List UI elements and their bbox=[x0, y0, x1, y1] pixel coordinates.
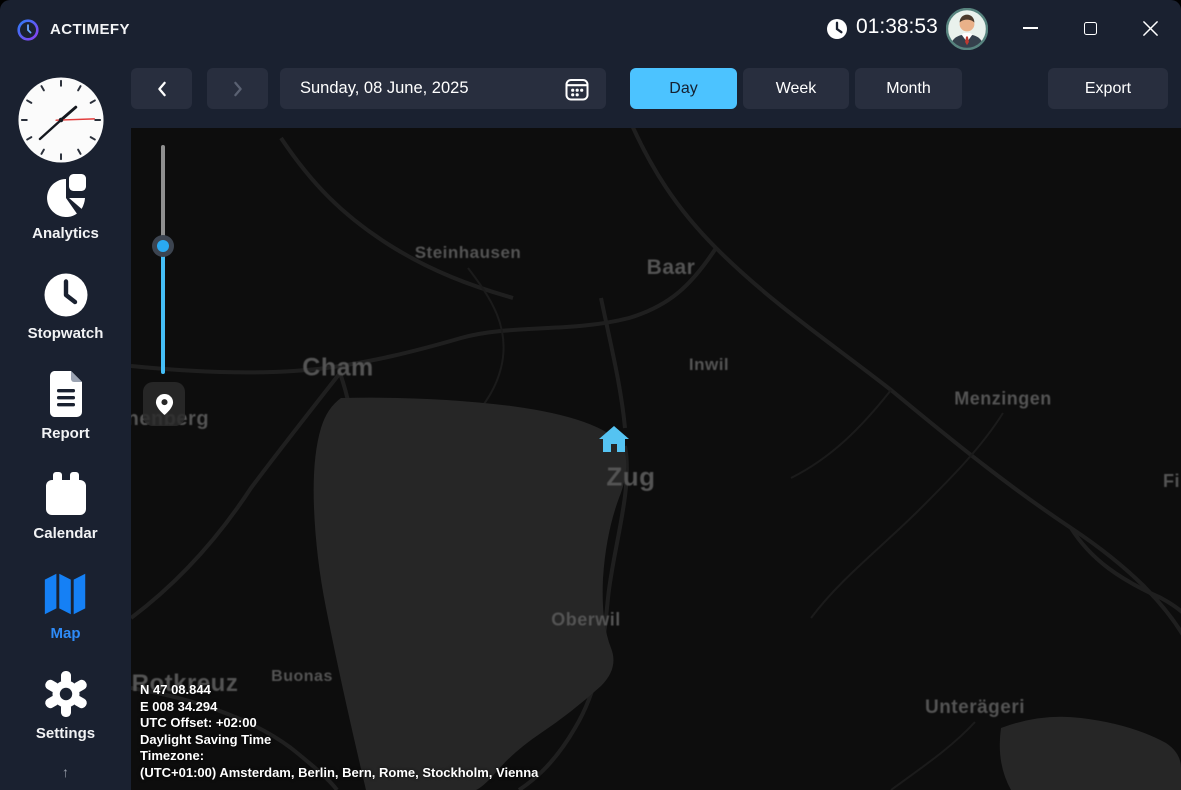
app-logo-clock-icon bbox=[17, 19, 39, 41]
map-info-line: E 008 34.294 bbox=[140, 699, 538, 716]
analog-clock-widget bbox=[17, 76, 105, 164]
map-icon bbox=[41, 570, 91, 618]
chevron-left-icon bbox=[155, 80, 169, 98]
sidebar-nav: Analytics Stopwatch Report bbox=[0, 58, 131, 790]
tab-month[interactable]: Month bbox=[855, 68, 962, 109]
map-place-label: Zug bbox=[606, 462, 655, 493]
close-button[interactable] bbox=[1128, 10, 1172, 46]
timeline-slider[interactable] bbox=[152, 138, 174, 384]
map-info-line: UTC Offset: +02:00 bbox=[140, 715, 538, 732]
map-info-line: (UTC+01:00) Amsterdam, Berlin, Bern, Rom… bbox=[140, 765, 538, 782]
sidebar-item-label: Settings bbox=[0, 725, 131, 742]
map-info-line: Timezone: bbox=[140, 748, 538, 765]
map-info-overlay: N 47 08.844E 008 34.294UTC Offset: +02:0… bbox=[140, 682, 538, 782]
sidebar-item-label: Report bbox=[0, 425, 131, 442]
sidebar-item-map[interactable]: Map bbox=[0, 570, 131, 666]
map-info-line: Daylight Saving Time bbox=[140, 732, 538, 749]
slider-track-upper bbox=[161, 145, 165, 246]
sidebar-item-calendar[interactable]: Calendar bbox=[0, 470, 131, 566]
chevron-right-icon bbox=[231, 80, 245, 98]
clock-icon bbox=[43, 272, 89, 318]
slider-handle[interactable] bbox=[152, 235, 174, 257]
calendar-icon bbox=[564, 76, 590, 102]
app-name: ACTIMEFY bbox=[50, 21, 130, 38]
minimize-icon bbox=[1023, 27, 1038, 29]
app-window: ACTIMEFY 01:38:53 bbox=[0, 0, 1181, 790]
next-day-button[interactable] bbox=[207, 68, 268, 109]
gear-icon bbox=[42, 670, 90, 718]
sidebar-item-label: Stopwatch bbox=[0, 325, 131, 342]
sidebar-scroll-up-arrow[interactable]: ↑ bbox=[0, 764, 131, 780]
previous-day-button[interactable] bbox=[131, 68, 192, 109]
user-avatar[interactable] bbox=[946, 8, 988, 50]
tab-week[interactable]: Week bbox=[743, 68, 849, 109]
home-marker-icon[interactable] bbox=[598, 425, 630, 453]
current-time: 01:38:53 bbox=[856, 15, 938, 39]
slider-track-lower bbox=[161, 246, 165, 374]
map-place-label: Steinhausen bbox=[415, 243, 522, 263]
sidebar-item-report[interactable]: Report bbox=[0, 370, 131, 466]
document-icon bbox=[46, 370, 86, 418]
maximize-button[interactable] bbox=[1068, 10, 1112, 46]
date-picker-field[interactable]: Sunday, 08 June, 2025 bbox=[280, 68, 606, 109]
minimize-button[interactable] bbox=[1008, 10, 1052, 46]
map-place-label: Fi bbox=[1163, 471, 1180, 492]
close-icon bbox=[1142, 20, 1159, 37]
sidebar-item-label: Analytics bbox=[0, 225, 131, 242]
map-place-label: Oberwil bbox=[551, 610, 621, 631]
maximize-icon bbox=[1084, 22, 1097, 35]
location-pin-button[interactable] bbox=[143, 382, 185, 426]
pie-chart-icon bbox=[42, 170, 90, 218]
sidebar-item-stopwatch[interactable]: Stopwatch bbox=[0, 272, 131, 368]
selected-date: Sunday, 08 June, 2025 bbox=[300, 79, 564, 98]
location-pin-icon bbox=[155, 393, 174, 416]
map-info-line: N 47 08.844 bbox=[140, 682, 538, 699]
map-place-label: Inwil bbox=[689, 355, 729, 375]
map-place-label: Menzingen bbox=[954, 389, 1052, 410]
titlebar: ACTIMEFY 01:38:53 bbox=[0, 0, 1181, 58]
export-button[interactable]: Export bbox=[1048, 68, 1168, 109]
map-place-label: Cham bbox=[302, 354, 373, 383]
map-canvas[interactable]: SteinhausenBaarChamInwilMenzingenHünenbe… bbox=[131, 128, 1181, 790]
clock-icon bbox=[826, 18, 848, 40]
calendar-icon bbox=[42, 470, 90, 518]
sidebar-item-label: Map bbox=[0, 625, 131, 642]
map-place-label: Baar bbox=[647, 256, 696, 280]
sidebar-item-settings[interactable]: Settings bbox=[0, 670, 131, 766]
sidebar-item-analytics[interactable]: Analytics bbox=[0, 170, 131, 266]
sidebar-item-label: Calendar bbox=[0, 525, 131, 542]
tab-day[interactable]: Day bbox=[630, 68, 737, 109]
map-place-label: Unterägeri bbox=[925, 697, 1025, 719]
